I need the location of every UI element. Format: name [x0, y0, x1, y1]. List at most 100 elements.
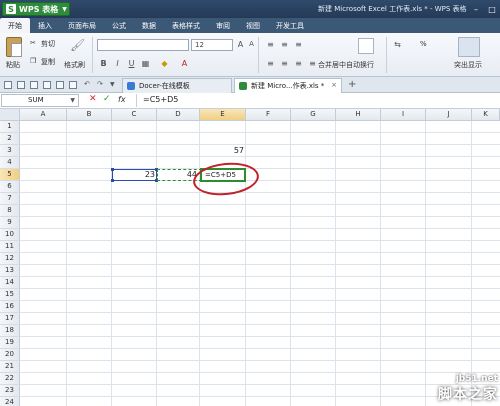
underline-icon[interactable]: U — [127, 59, 136, 68]
format-painter-button[interactable]: 格式刷 — [64, 60, 85, 70]
fill-color-icon[interactable]: ◆ — [160, 59, 169, 68]
copy-button[interactable]: 复制 — [41, 57, 55, 67]
italic-icon[interactable]: I — [113, 59, 122, 68]
name-box[interactable]: SUM ▼ — [1, 94, 79, 107]
column-header-f[interactable]: F — [246, 109, 291, 121]
font-shrink-icon[interactable]: A — [247, 40, 256, 49]
wrap-text-button[interactable]: 自动换行 — [346, 60, 374, 70]
row-header-18[interactable]: 18 — [0, 325, 20, 337]
chevron-down-icon[interactable]: ▼ — [110, 81, 115, 88]
column-header-i[interactable]: I — [381, 109, 426, 121]
new-file-icon[interactable] — [4, 81, 12, 89]
row-header-20[interactable]: 20 — [0, 349, 20, 361]
tab-docer[interactable]: Docer-在线模板 — [122, 78, 232, 93]
highlight-icon[interactable] — [458, 37, 480, 57]
font-color-icon[interactable]: A — [180, 59, 189, 68]
align-right-icon[interactable]: ≡ — [294, 59, 303, 68]
align-center-icon[interactable]: ≡ — [280, 59, 289, 68]
select-all-corner[interactable] — [0, 109, 20, 121]
row-header-14[interactable]: 14 — [0, 277, 20, 289]
percent-button[interactable]: % — [420, 40, 427, 48]
menu-formulas[interactable]: 公式 — [104, 18, 134, 33]
font-grow-icon[interactable]: A — [236, 40, 245, 49]
redo-icon[interactable]: ↷ — [97, 80, 103, 88]
row-header-22[interactable]: 22 — [0, 373, 20, 385]
cancel-icon[interactable]: ✕ — [89, 94, 97, 104]
row-header-7[interactable]: 7 — [0, 193, 20, 205]
row-header-9[interactable]: 9 — [0, 217, 20, 229]
format-painter-icon[interactable]: 🖌 — [70, 38, 85, 52]
column-header-g[interactable]: G — [291, 109, 336, 121]
justify-icon[interactable]: ≡ — [308, 59, 317, 68]
cell-d5[interactable]: 44 — [157, 169, 197, 181]
border-icon[interactable]: ▦ — [141, 59, 150, 68]
column-header-k[interactable]: K — [472, 109, 500, 121]
cut-icon[interactable]: ✂ — [30, 39, 36, 47]
wrap-text-icon[interactable] — [358, 38, 374, 54]
fx-icon[interactable]: fx — [118, 95, 126, 104]
row-header-6[interactable]: 6 — [0, 181, 20, 193]
column-header-a[interactable]: A — [20, 109, 67, 121]
export-pdf-icon[interactable] — [69, 81, 77, 89]
row-header-1[interactable]: 1 — [0, 121, 20, 133]
row-header-2[interactable]: 2 — [0, 133, 20, 145]
open-file-icon[interactable] — [17, 81, 25, 89]
cut-button[interactable]: 剪切 — [41, 39, 55, 49]
font-name-select[interactable] — [97, 39, 189, 51]
paste-button[interactable]: 粘贴 — [6, 60, 20, 70]
cell-e3[interactable]: 57 — [200, 145, 244, 157]
menu-developer[interactable]: 开发工具 — [268, 18, 312, 33]
font-size-select[interactable]: 12 — [191, 39, 233, 51]
menu-table-style[interactable]: 表格样式 — [164, 18, 208, 33]
row-header-16[interactable]: 16 — [0, 301, 20, 313]
column-header-c[interactable]: C — [112, 109, 157, 121]
menu-insert[interactable]: 插入 — [30, 18, 60, 33]
row-header-4[interactable]: 4 — [0, 157, 20, 169]
number-format-icon[interactable]: ⇆ — [393, 40, 402, 49]
row-header-12[interactable]: 12 — [0, 253, 20, 265]
menu-home[interactable]: 开始 — [0, 18, 30, 33]
bold-icon[interactable]: B — [99, 59, 108, 68]
row-header-3[interactable]: 3 — [0, 145, 20, 157]
print-preview-icon[interactable] — [56, 81, 64, 89]
merge-center-button[interactable]: 合并居中 — [318, 60, 346, 70]
row-header-13[interactable]: 13 — [0, 265, 20, 277]
column-header-h[interactable]: H — [336, 109, 381, 121]
align-top-icon[interactable]: ≡ — [266, 40, 275, 49]
column-header-j[interactable]: J — [426, 109, 472, 121]
align-bottom-icon[interactable]: ≡ — [294, 40, 303, 49]
print-icon[interactable] — [43, 81, 51, 89]
confirm-icon[interactable]: ✓ — [103, 94, 111, 104]
menu-review[interactable]: 审阅 — [208, 18, 238, 33]
highlight-button[interactable]: 突出显示 — [454, 60, 482, 70]
column-header-d[interactable]: D — [157, 109, 200, 121]
menu-page-layout[interactable]: 页面布局 — [60, 18, 104, 33]
row-header-15[interactable]: 15 — [0, 289, 20, 301]
column-header-b[interactable]: B — [67, 109, 112, 121]
menu-data[interactable]: 数据 — [134, 18, 164, 33]
worksheet[interactable]: A B C D E F G H I J K 1 2 3 4 5 6 7 8 9 … — [0, 109, 500, 406]
chevron-down-icon[interactable]: ▼ — [70, 95, 75, 106]
row-header-17[interactable]: 17 — [0, 313, 20, 325]
wps-menu-button[interactable]: S WPS 表格 ▼ — [2, 2, 70, 16]
undo-icon[interactable]: ↶ — [84, 80, 90, 88]
row-header-23[interactable]: 23 — [0, 385, 20, 397]
minimize-icon[interactable]: – — [468, 0, 484, 18]
row-header-21[interactable]: 21 — [0, 361, 20, 373]
row-header-10[interactable]: 10 — [0, 229, 20, 241]
paste-icon[interactable] — [6, 37, 22, 57]
formula-input[interactable]: =C5+D5 — [136, 94, 500, 107]
align-left-icon[interactable]: ≡ — [266, 59, 275, 68]
close-icon[interactable]: × — [331, 81, 337, 89]
align-middle-icon[interactable]: ≡ — [280, 40, 289, 49]
save-icon[interactable] — [30, 81, 38, 89]
column-header-e[interactable]: E — [200, 109, 246, 121]
copy-icon[interactable]: ❐ — [30, 57, 36, 65]
tab-workbook[interactable]: 新建 Micro...作表.xls * × — [234, 78, 342, 93]
row-header-11[interactable]: 11 — [0, 241, 20, 253]
row-header-8[interactable]: 8 — [0, 205, 20, 217]
row-header-5[interactable]: 5 — [0, 169, 20, 181]
row-header-19[interactable]: 19 — [0, 337, 20, 349]
add-tab-icon[interactable]: + — [348, 79, 356, 90]
maximize-icon[interactable]: □ — [484, 0, 500, 18]
